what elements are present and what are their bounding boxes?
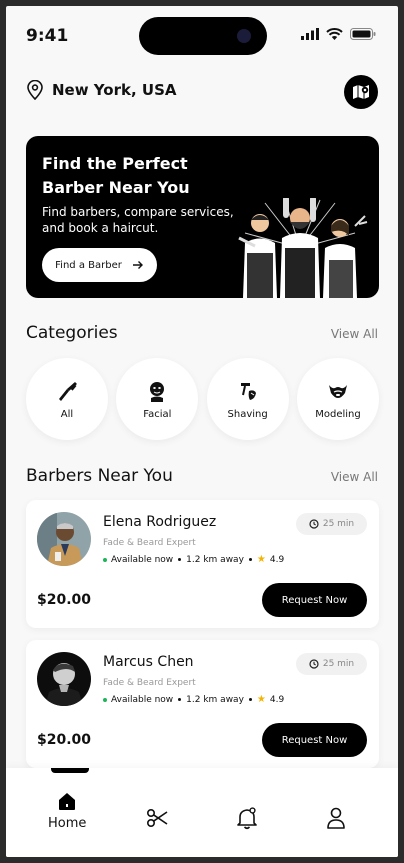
eta-badge: 25 min: [296, 513, 367, 535]
app-screen: 9:41 New York, USA Find the Perfect Barb…: [6, 6, 398, 857]
rating-text: 4.9: [269, 554, 285, 565]
signal-icon: [301, 28, 319, 40]
status-time: 9:41: [26, 26, 69, 46]
tab-home[interactable]: Home: [48, 790, 86, 831]
request-now-button[interactable]: Request Now: [262, 583, 367, 617]
location-pin-icon: [27, 80, 43, 100]
separator-dot: [248, 698, 252, 701]
tab-services[interactable]: [146, 808, 170, 828]
distance-text: 1.2 km away: [186, 694, 244, 705]
barber-card[interactable]: Elena Rodriguez Fade & Beard Expert Avai…: [26, 500, 379, 628]
category-facial[interactable]: Facial: [116, 358, 199, 440]
map-icon: [353, 85, 369, 99]
status-icons: [301, 28, 376, 40]
rating-text: 4.9: [269, 694, 285, 705]
arrow-right-icon: [132, 261, 143, 269]
barber-price: $20.00: [37, 732, 92, 748]
categories-title: Categories: [26, 323, 118, 343]
avatar: [37, 512, 91, 566]
face-mask-icon: [150, 381, 165, 402]
bottom-tab-bar: Home: [6, 768, 398, 857]
tab-home-label: Home: [48, 816, 87, 831]
barber-card[interactable]: Marcus Chen Fade & Beard Expert Availabl…: [26, 640, 379, 768]
beard-icon: [328, 384, 347, 398]
tab-profile[interactable]: [326, 806, 346, 830]
status-bar: 9:41: [6, 6, 398, 64]
barber-specialty: Fade & Beard Expert: [103, 538, 196, 548]
category-list: All Facial Shaving Modeling: [26, 358, 379, 440]
barber-price: $20.00: [37, 592, 92, 608]
location-selector[interactable]: New York, USA: [26, 80, 176, 100]
camera-icon: [237, 29, 251, 43]
clock-icon: [309, 659, 319, 669]
eta-text: 25 min: [322, 519, 355, 529]
barber-specialty: Fade & Beard Expert: [103, 678, 196, 688]
tab-notifications[interactable]: [236, 806, 258, 830]
battery-icon: [350, 28, 376, 40]
availability-text: Available now: [111, 554, 174, 565]
clock-icon: [309, 519, 319, 529]
promo-subtitle: Find barbers, compare services, and book…: [42, 205, 234, 235]
barber-meta: Available now 1.2 km away ★ 4.9: [103, 554, 284, 565]
find-barber-label: Find a Barber: [55, 259, 122, 271]
barbers-title: Barbers Near You: [26, 466, 173, 486]
barbers-view-all-link[interactable]: View All: [331, 470, 378, 484]
find-barber-button[interactable]: Find a Barber: [42, 248, 157, 282]
shaving-icon: [240, 382, 256, 400]
bell-icon: [237, 807, 257, 830]
razor-icon: [59, 381, 77, 401]
separator-dot: [178, 698, 182, 701]
category-all[interactable]: All: [26, 358, 108, 440]
eta-badge: 25 min: [296, 653, 367, 675]
star-icon: ★: [256, 554, 266, 565]
promo-title: Find the Perfect Barber Near You: [42, 154, 190, 197]
scissors-icon: [146, 808, 168, 828]
category-label: Modeling: [315, 408, 361, 420]
promo-banner: Find the Perfect Barber Near You Find ba…: [26, 136, 379, 298]
available-dot: [103, 557, 107, 562]
wifi-icon: [326, 28, 343, 40]
home-icon: [59, 793, 76, 810]
profile-icon: [327, 807, 345, 829]
category-shaving[interactable]: Shaving: [206, 358, 289, 440]
category-label: Shaving: [227, 408, 268, 420]
location-label: New York, USA: [52, 81, 177, 99]
barber-name: Elena Rodriguez: [103, 514, 217, 530]
barbers-illustration: [238, 198, 368, 298]
map-button[interactable]: [344, 75, 378, 109]
separator-dot: [248, 558, 252, 561]
category-label: All: [60, 408, 74, 420]
star-icon: ★: [256, 694, 266, 705]
request-now-button[interactable]: Request Now: [262, 723, 367, 757]
barber-photo: [37, 652, 91, 706]
dynamic-island: [139, 17, 267, 55]
distance-text: 1.2 km away: [186, 554, 244, 565]
category-modeling[interactable]: Modeling: [296, 358, 379, 440]
category-label: Facial: [143, 408, 172, 420]
categories-view-all-link[interactable]: View All: [331, 327, 378, 341]
eta-text: 25 min: [322, 659, 355, 669]
availability-text: Available now: [111, 694, 174, 705]
barber-name: Marcus Chen: [103, 654, 194, 670]
barber-meta: Available now 1.2 km away ★ 4.9: [103, 694, 284, 705]
avatar: [37, 652, 91, 706]
separator-dot: [178, 558, 182, 561]
available-dot: [103, 697, 107, 702]
active-tab-indicator: [51, 768, 89, 773]
barber-photo: [37, 512, 91, 566]
